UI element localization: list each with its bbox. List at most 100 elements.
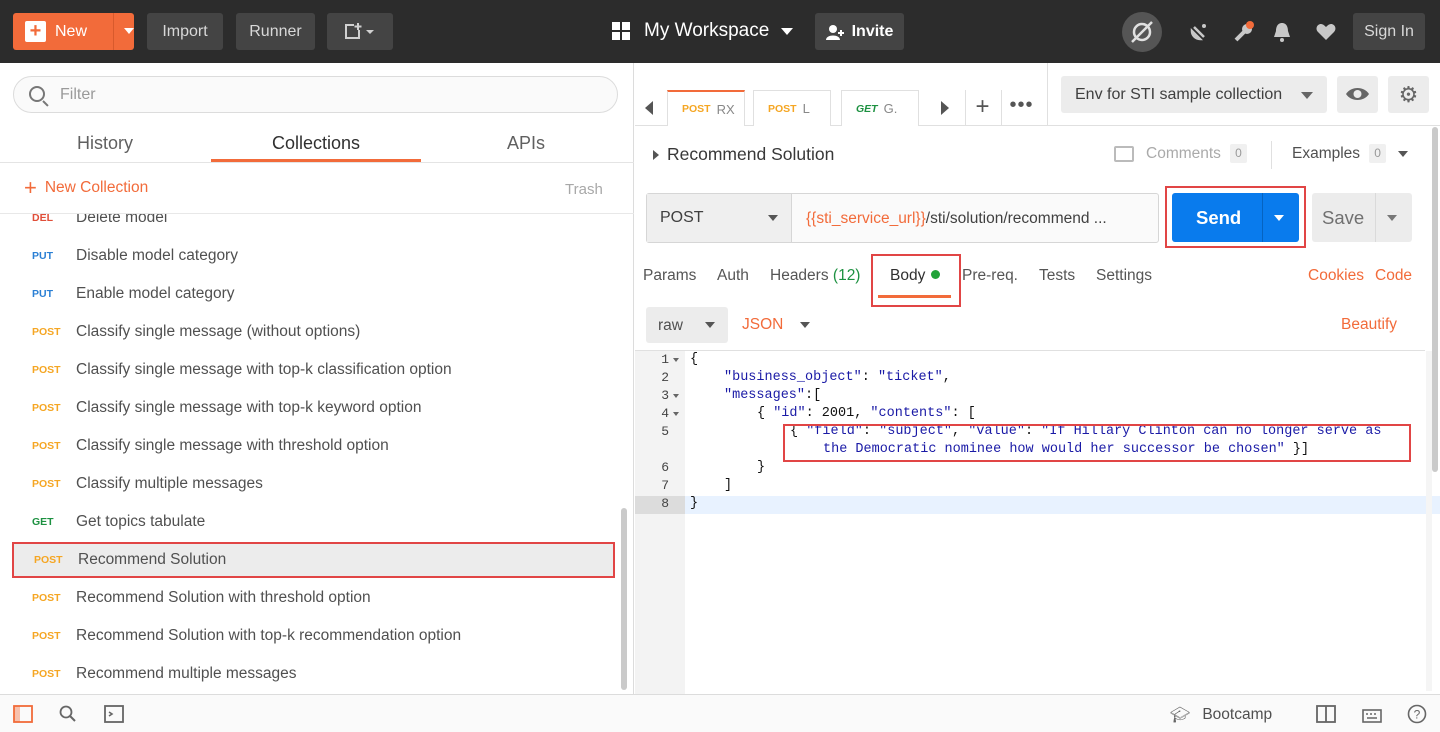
tab-scroll-left-icon[interactable] (645, 101, 653, 115)
tab-apis[interactable]: APIs (421, 133, 631, 154)
sign-in-button[interactable]: Sign In (1353, 13, 1425, 50)
import-button[interactable]: Import (147, 13, 223, 50)
list-item[interactable]: POST Recommend Solution with threshold o… (12, 581, 615, 615)
invite-button[interactable]: Invite (815, 13, 904, 50)
body-format-select[interactable]: JSON (742, 316, 811, 334)
code-line: { (690, 352, 699, 367)
runner-button[interactable]: Runner (236, 13, 315, 50)
fold-icon[interactable] (673, 394, 679, 398)
find-icon[interactable] (57, 704, 79, 724)
request-tab[interactable]: POST RX (667, 90, 745, 126)
tab-history[interactable]: History (0, 133, 210, 154)
line-number: 4 (661, 406, 669, 421)
new-collection-button[interactable]: + New Collection (24, 175, 148, 200)
filter-field[interactable] (13, 76, 618, 113)
tab-collections[interactable]: Collections (211, 133, 421, 154)
trash-link[interactable]: Trash (565, 181, 603, 198)
tab-headers[interactable]: Headers (12) (770, 267, 860, 285)
json-key: "id" (773, 406, 806, 421)
request-title[interactable]: Recommend Solution (653, 144, 834, 165)
tab-tests[interactable]: Tests (1039, 267, 1075, 285)
comments-button[interactable]: Comments 0 (1114, 144, 1247, 163)
list-item[interactable]: GET Get topics tabulate (12, 505, 615, 539)
examples-count: 0 (1369, 144, 1387, 163)
send-button[interactable]: Send (1172, 193, 1299, 242)
chevron-down-icon (768, 215, 778, 221)
list-item[interactable]: POST Recommend multiple messages (12, 657, 615, 691)
heart-icon[interactable] (1315, 21, 1337, 43)
beautify-link[interactable]: Beautify (1341, 316, 1397, 334)
main-scrollbar[interactable] (1432, 127, 1438, 472)
list-item[interactable]: PUT Disable model category (12, 239, 615, 273)
headers-label: Headers (770, 267, 829, 284)
url-path: /sti/solution/recommend ... (925, 210, 1107, 227)
tab-title: L (802, 101, 810, 116)
keyboard-shortcuts-icon[interactable] (1361, 704, 1383, 724)
cookies-link[interactable]: Cookies (1308, 267, 1364, 285)
tab-prerequest[interactable]: Pre-req. (962, 267, 1018, 285)
comments-count: 0 (1229, 144, 1247, 163)
tab-title: G. (883, 101, 898, 116)
sidebar-scrollbar[interactable] (621, 508, 627, 690)
list-item[interactable]: PUT Enable model category (12, 277, 615, 311)
list-item[interactable]: POST Classify single message with thresh… (12, 429, 615, 463)
list-item-selected[interactable]: POST Recommend Solution (12, 542, 615, 578)
list-item[interactable]: POST Recommend Solution with top-k recom… (12, 619, 615, 653)
two-pane-view-icon[interactable] (1315, 704, 1337, 724)
method-badge: POST (32, 440, 61, 452)
list-item[interactable]: POST Classify single message (without op… (12, 315, 615, 349)
request-tab[interactable]: POST L (753, 90, 831, 126)
satellite-icon[interactable] (1188, 21, 1210, 43)
request-tab[interactable]: GET G. (841, 90, 919, 126)
top-bar: + New Import Runner My Workspace Invite (0, 0, 1440, 63)
body-mode-select[interactable]: raw (646, 307, 728, 343)
list-item[interactable]: POST Classify multiple messages (12, 467, 615, 501)
toggle-sidebar-icon[interactable] (12, 704, 34, 724)
new-window-button[interactable] (327, 13, 393, 50)
line-number: 7 (661, 478, 669, 493)
code-link[interactable]: Code (1375, 267, 1412, 285)
console-icon[interactable] (103, 704, 125, 724)
invite-label: Invite (851, 22, 894, 40)
workspace-name: My Workspace (644, 20, 770, 41)
chevron-down-icon[interactable] (124, 28, 134, 34)
request-title-text: Recommend Solution (667, 144, 835, 164)
examples-button[interactable]: Examples 0 (1292, 144, 1409, 163)
method-badge: POST (32, 668, 61, 680)
method-select[interactable]: POST (647, 194, 792, 242)
sync-off-icon[interactable] (1122, 12, 1162, 52)
code-line: "messages":[ (724, 388, 821, 403)
wrench-icon[interactable] (1233, 21, 1255, 43)
fold-icon[interactable] (673, 412, 679, 416)
list-item[interactable]: POST Classify single message with top-k … (12, 391, 615, 425)
new-tab-button[interactable]: + (965, 90, 999, 126)
filter-input[interactable] (60, 86, 560, 104)
code-editor[interactable]: 1 2 3 4 5 6 7 8 { "business_object": "ti… (635, 350, 1440, 695)
help-icon[interactable]: ? (1406, 704, 1428, 724)
bootcamp-button[interactable]: 🎓︎ Bootcamp (1170, 705, 1272, 725)
manage-environments-button[interactable]: ⚙ (1388, 76, 1429, 113)
chevron-down-icon[interactable] (1274, 215, 1284, 221)
fold-icon[interactable] (673, 358, 679, 362)
tab-params[interactable]: Params (643, 267, 696, 285)
tab-auth[interactable]: Auth (717, 267, 749, 285)
list-item[interactable]: POST Classify single message with top-k … (12, 353, 615, 387)
list-item[interactable]: DEL Delete model (12, 214, 615, 235)
save-button[interactable]: Save (1312, 193, 1412, 242)
method-badge: GET (856, 102, 878, 115)
tab-scroll-right-icon[interactable] (941, 101, 949, 115)
url-input[interactable]: {{sti_service_url}}/sti/solution/recomme… (806, 210, 1151, 228)
json-key: "business_object" (724, 370, 862, 385)
tab-settings[interactable]: Settings (1096, 267, 1152, 285)
environment-quick-look-button[interactable] (1337, 76, 1378, 113)
workspace-switcher[interactable]: My Workspace (612, 20, 794, 42)
environment-select[interactable]: Env for STI sample collection (1061, 76, 1327, 113)
bell-icon[interactable] (1271, 21, 1293, 43)
code-line: "business_object": "ticket", (724, 370, 951, 385)
search-icon (29, 86, 45, 102)
more-tabs-button[interactable]: ••• (1001, 90, 1041, 126)
code-punct: :[ (805, 388, 822, 403)
new-button[interactable]: + New (13, 13, 134, 50)
plus-icon: + (24, 175, 37, 200)
chevron-down-icon[interactable] (1387, 215, 1397, 221)
